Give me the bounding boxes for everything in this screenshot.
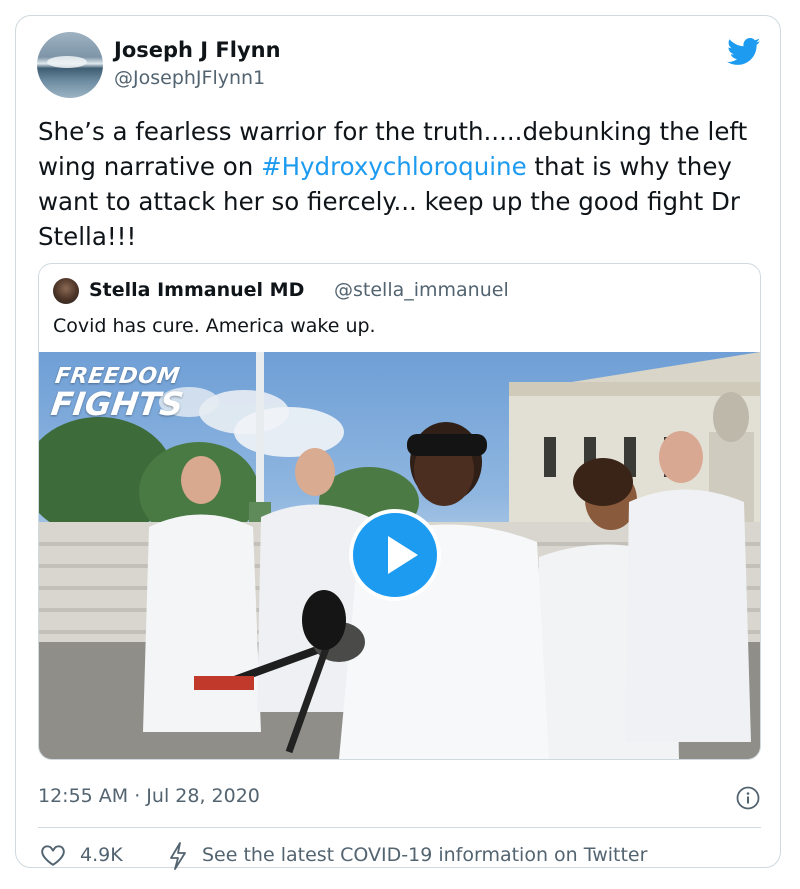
heart-icon[interactable]	[40, 842, 66, 868]
covid-info-link[interactable]: See the latest COVID-19 information on T…	[202, 844, 647, 866]
lightning-bolt-icon	[170, 842, 186, 870]
freedom-fights-logo: FREEDOM FIGHTS	[48, 364, 188, 423]
quoted-author-name[interactable]: Stella Immanuel MD	[89, 279, 304, 301]
tweet-text: She’s a fearless warrior for the truth..…	[38, 114, 768, 254]
play-icon	[388, 536, 418, 574]
divider	[38, 827, 761, 828]
tweet-timestamp[interactable]: 12:55 AM · Jul 28, 2020	[38, 785, 260, 807]
author-handle[interactable]: @JosephJFlynn1	[114, 67, 265, 89]
hashtag-link[interactable]: #Hydroxychloroquine	[261, 152, 527, 181]
author-name[interactable]: Joseph J Flynn	[114, 38, 281, 62]
twitter-bird-icon[interactable]	[727, 38, 761, 66]
tweet-card: Joseph J Flynn @JosephJFlynn1 She’s a fe…	[15, 15, 781, 870]
quoted-text: Covid has cure. America wake up.	[53, 315, 376, 337]
like-count: 4.9K	[80, 844, 123, 866]
author-avatar[interactable]	[37, 32, 103, 98]
quoted-author-handle[interactable]: @stella_immanuel	[334, 279, 509, 301]
avatar-wave	[47, 56, 87, 68]
quoted-avatar[interactable]	[53, 278, 79, 304]
play-button[interactable]	[349, 509, 441, 601]
video-thumbnail[interactable]: FREEDOM FIGHTS	[39, 352, 760, 759]
quoted-tweet[interactable]: Stella Immanuel MD @stella_immanuel Covi…	[38, 263, 761, 760]
info-icon[interactable]	[736, 786, 760, 810]
logo-line-2: FIGHTS	[48, 385, 186, 423]
